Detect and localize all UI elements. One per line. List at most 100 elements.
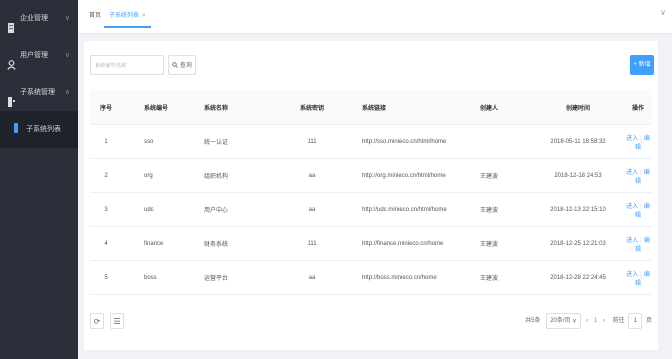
user-icon	[7, 50, 16, 70]
refresh-icon[interactable]: ⟳	[90, 313, 104, 329]
search-icon	[172, 62, 179, 69]
enter-link[interactable]: 进入	[626, 272, 638, 278]
cell-created: 2018-05-11 18:58:32	[532, 124, 624, 159]
cell-creator: 王建波	[480, 226, 532, 261]
cell-no: 3	[90, 192, 122, 227]
col-created: 创建时间	[532, 90, 624, 125]
page-size-select[interactable]: 20条/页 ∨	[546, 313, 581, 329]
cell-creator: 王建波	[480, 260, 532, 295]
goto-label: 前往	[612, 318, 625, 324]
next-page-button[interactable]: ›	[603, 313, 605, 329]
tab-bar: 首页 子系统列表 × ∨	[78, 0, 672, 34]
enter-link[interactable]: 进入	[626, 238, 638, 244]
page-size-value: 20条/页	[550, 318, 571, 324]
table-header: 序号 系统编号 系统名称 系统密钥 系统链接 创建人 创建时间 操作	[90, 90, 652, 125]
enter-link[interactable]: 进入	[626, 204, 638, 210]
cell-link: http://sso.minieco.cn/html/home	[340, 124, 480, 159]
cell-name: 用户中心	[204, 192, 284, 227]
cell-ops: 进入 | 编辑	[624, 226, 652, 261]
col-creator: 创建人	[480, 90, 532, 125]
cell-name: 组织机构	[204, 158, 284, 193]
sidebar-item-subsystem-list[interactable]: 子系统列表	[0, 111, 78, 148]
separator: |	[640, 203, 642, 210]
cell-code: boss	[122, 260, 204, 295]
prev-page-button[interactable]: ‹	[586, 313, 588, 329]
cell-key: aa	[284, 158, 340, 193]
cell-link: http://org.minieco.cn/html/home	[340, 158, 480, 193]
cell-link: http://finance.minieco.cn/home	[340, 226, 480, 261]
query-button[interactable]: 查询	[168, 55, 196, 75]
cell-name: 运营平台	[204, 260, 284, 295]
cell-link: http://boss.minieco.cn/home	[340, 260, 480, 295]
table-row: 2 org 组织机构 aa http://org.minieco.cn/html/hom…	[90, 158, 652, 193]
cell-no: 1	[90, 124, 122, 159]
cell-code: finance	[122, 226, 204, 261]
sidebar-item-label: 子系统管理	[20, 89, 55, 96]
cell-created: 2018-12-28 22:24:45	[532, 260, 624, 295]
tab-label: 首页	[89, 13, 102, 19]
cell-created: 2018-12-18 24:53	[532, 158, 624, 193]
cell-code: org	[122, 158, 204, 193]
total-count: 共5条	[525, 318, 541, 324]
cell-created: 2018-12-25 12:21:03	[532, 226, 624, 261]
list-icon	[14, 123, 23, 133]
building-icon	[7, 13, 16, 33]
cell-ops: 进入 | 编辑	[624, 158, 652, 193]
cell-code: udc	[122, 192, 204, 227]
chevron-down-icon: ∨	[64, 52, 70, 59]
main-panel: 系统编号/名称 查询 + 新增 序号 系统编号 系统名称 系统密钥 系统链接 创…	[84, 41, 658, 350]
sidebar: 企业管理 ∨ 用户管理 ∨ 子系统管理 ∧ 子系统列表	[0, 0, 78, 359]
enter-link[interactable]: 进入	[626, 136, 638, 142]
cell-code: sso	[122, 124, 204, 159]
cell-key: 111	[284, 124, 340, 159]
page-number[interactable]: 1	[594, 313, 597, 329]
sidebar-item-subsystems[interactable]: 子系统管理 ∧	[0, 74, 78, 111]
query-label: 查询	[179, 63, 192, 69]
col-code: 系统编号	[122, 90, 204, 125]
page-unit: 页	[645, 318, 652, 324]
subsystem-table: 序号 系统编号 系统名称 系统密钥 系统链接 创建人 创建时间 操作 1 sso 统…	[90, 90, 652, 295]
close-icon[interactable]: ×	[142, 13, 146, 19]
chevron-down-icon[interactable]: ∨	[660, 8, 666, 17]
cell-ops: 进入 | 编辑	[624, 192, 652, 227]
add-button[interactable]: + 新增	[630, 55, 654, 75]
sidebar-item-label: 企业管理	[20, 15, 48, 22]
col-ops: 操作	[624, 90, 652, 125]
tab-home[interactable]: 首页	[84, 7, 106, 26]
sidebar-item-label: 子系统列表	[26, 126, 61, 133]
search-input[interactable]: 系统编号/名称	[90, 55, 164, 75]
table-row: 5 boss 运营平台 aa http://boss.minieco.cn/home 王建…	[90, 260, 652, 295]
cell-no: 4	[90, 226, 122, 261]
cell-ops: 进入 | 编辑	[624, 260, 652, 295]
cell-key: aa	[284, 192, 340, 227]
cell-creator: 王建波	[480, 158, 532, 193]
cell-key: aa	[284, 260, 340, 295]
tab-label: 子系统列表	[109, 13, 140, 19]
sidebar-item-label: 用户管理	[20, 52, 48, 59]
cell-no: 5	[90, 260, 122, 295]
separator: |	[640, 135, 642, 142]
table-row: 1 sso 统一认证 111 http://sso.minieco.cn/html/ho…	[90, 124, 652, 159]
cell-link: http://udc.minieco.cn/html/home	[340, 192, 480, 227]
tab-subsystem-list[interactable]: 子系统列表 ×	[104, 7, 151, 28]
sidebar-item-users[interactable]: 用户管理 ∨	[0, 37, 78, 74]
goto-page-input[interactable]: 1	[628, 313, 643, 329]
chevron-down-icon: ∨	[64, 15, 70, 22]
enter-link[interactable]: 进入	[626, 170, 638, 176]
col-no: 序号	[90, 90, 122, 125]
cell-name: 财务系统	[204, 226, 284, 261]
cell-key: 111	[284, 226, 340, 261]
separator: |	[640, 169, 642, 176]
pagination: 共5条 20条/页 ∨ ‹ 1 › 前往 1 页	[525, 313, 652, 329]
columns-icon[interactable]: ☰	[110, 313, 124, 329]
col-name: 系统名称	[204, 90, 284, 125]
sidebar-item-enterprise[interactable]: 企业管理 ∨	[0, 0, 78, 37]
cell-no: 2	[90, 158, 122, 193]
separator: |	[640, 271, 642, 278]
table-row: 4 finance 财务系统 111 http://finance.minieco.cn…	[90, 226, 652, 261]
cell-name: 统一认证	[204, 124, 284, 159]
cell-creator	[480, 124, 532, 159]
chevron-up-icon: ∧	[64, 89, 70, 96]
grid-icon	[7, 87, 16, 107]
col-key: 系统密钥	[284, 90, 340, 125]
